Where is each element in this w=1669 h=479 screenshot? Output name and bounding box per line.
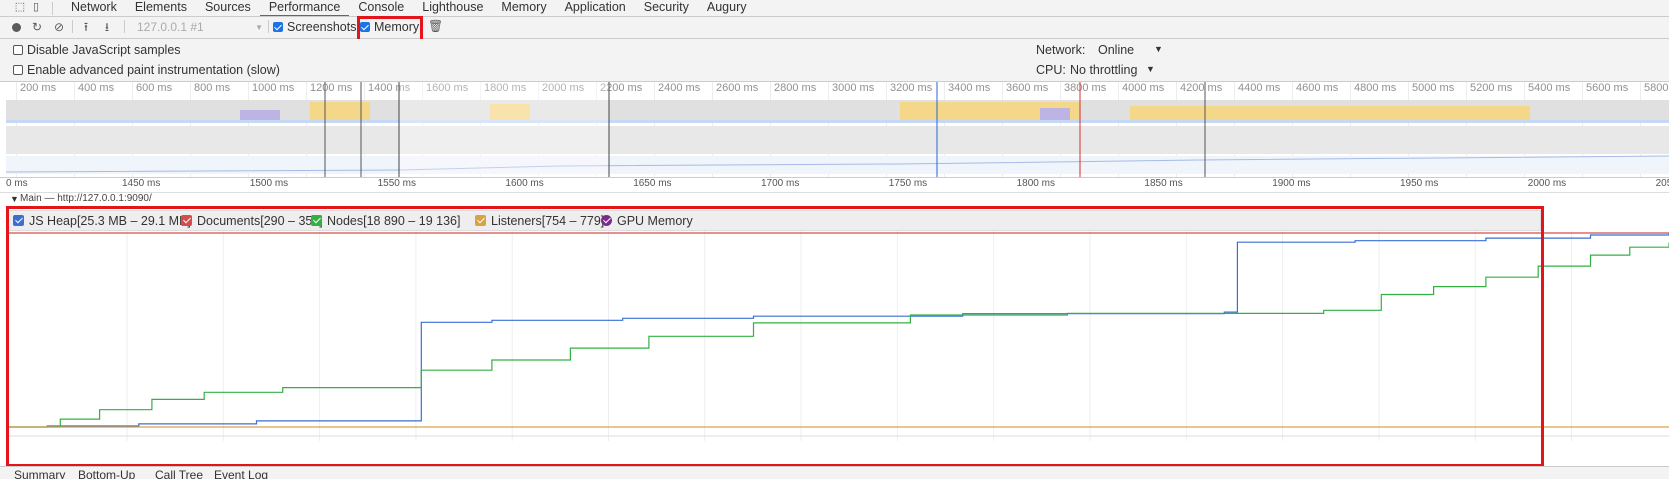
screenshots-checkbox[interactable] — [273, 22, 283, 32]
main-thread-row[interactable]: ▼ Main — http://127.0.0.1:9090/ — [0, 193, 1669, 205]
timeline-overview[interactable]: 200 ms400 ms600 ms800 ms1000 ms1200 ms14… — [0, 82, 1669, 178]
cpu-throttle-select[interactable]: No throttling — [1070, 63, 1145, 77]
ruler-tick-label: 1950 ms — [1400, 178, 1439, 189]
tab-application[interactable]: Application — [556, 0, 635, 16]
tab-augury[interactable]: Augury — [698, 0, 756, 16]
tab-sources[interactable]: Sources — [196, 0, 260, 16]
ruler-tick-label: 0 ms — [6, 178, 28, 189]
chevron-down-icon: ▼ — [255, 23, 263, 32]
disable-js-samples-label: Disable JavaScript samples — [27, 43, 181, 57]
upload-profile-icon[interactable]: ⭱ — [80, 21, 92, 33]
main-thread-label: Main — http://127.0.0.1:9090/ — [20, 193, 152, 204]
advanced-paint-checkbox[interactable] — [13, 65, 23, 75]
chevron-down-icon: ▼ — [1146, 64, 1155, 74]
ruler-tick-label: 205 — [1655, 178, 1669, 189]
memory-graph-highlight-box — [6, 206, 1544, 467]
overview-graphs — [5, 82, 1669, 177]
clear-icon[interactable]: ⊘ — [53, 21, 65, 33]
tab-lighthouse[interactable]: Lighthouse — [413, 0, 492, 16]
ruler-tick-label: 1450 ms — [122, 178, 161, 189]
cpu-throttle-value: No throttling — [1070, 63, 1138, 77]
divider — [72, 20, 73, 33]
ruler-tick-label: 1550 ms — [377, 178, 416, 189]
details-tab-bar: Summary Bottom-Up Call Tree Event Log — [0, 466, 1669, 479]
disable-js-samples-checkbox[interactable] — [13, 45, 23, 55]
target-select-value: 127.0.0.1 #1 — [137, 20, 204, 34]
inspect-element-icon[interactable]: ⬚ — [14, 1, 26, 13]
details-tab-bottom-up[interactable]: Bottom-Up — [78, 468, 135, 479]
ruler-tick-label: 1650 ms — [633, 178, 672, 189]
chevron-down-icon: ▼ — [10, 194, 19, 204]
network-throttle-select[interactable]: Online — [1098, 43, 1158, 57]
ruler-tick-label: 1800 ms — [1016, 178, 1055, 189]
ruler-tick-label: 2000 ms — [1527, 178, 1567, 189]
cpu-label: CPU: — [1036, 63, 1066, 77]
ruler-tick-label: 1700 ms — [761, 178, 800, 189]
tab-console[interactable]: Console — [349, 0, 413, 16]
details-tab-event-log[interactable]: Event Log — [214, 468, 268, 479]
device-toolbar-icon[interactable]: ▯ — [30, 1, 42, 13]
divider — [124, 20, 125, 33]
selection-window — [399, 82, 609, 177]
performance-toolbar: ↻ ⊘ ⭱ ⭳ 127.0.0.1 #1 ▼ Screenshots Memor… — [0, 17, 1669, 39]
details-tab-call-tree[interactable]: Call Tree — [155, 468, 203, 479]
target-select[interactable]: 127.0.0.1 #1 ▼ — [137, 20, 263, 35]
tab-security[interactable]: Security — [635, 0, 698, 16]
unselected-region — [609, 82, 1669, 177]
ruler-tick-label: 1600 ms — [505, 178, 544, 189]
network-throttle-value: Online — [1098, 43, 1135, 57]
capture-settings-pane: Disable JavaScript samples Enable advanc… — [0, 39, 1669, 82]
record-icon[interactable] — [11, 21, 23, 33]
advanced-paint-label: Enable advanced paint instrumentation (s… — [27, 63, 280, 77]
devtools-tab-bar: ⬚ ▯ Network Elements Sources Performance Con… — [0, 0, 1669, 17]
network-label: Network: — [1036, 43, 1086, 57]
tab-performance[interactable]: Performance — [259, 0, 350, 16]
divider — [52, 2, 53, 15]
divider — [268, 20, 269, 33]
tab-elements[interactable]: Elements — [126, 0, 196, 16]
download-profile-icon[interactable]: ⭳ — [101, 21, 113, 33]
tab-memory[interactable]: Memory — [492, 0, 555, 16]
tab-network[interactable]: Network — [62, 0, 126, 16]
panel-tabs: Network Elements Sources Performance Console… — [62, 0, 756, 16]
chevron-down-icon: ▼ — [1154, 44, 1163, 54]
screenshots-label: Screenshots — [287, 20, 357, 34]
unselected-region — [6, 82, 399, 177]
ruler-tick-label: 1850 ms — [1144, 178, 1183, 189]
ruler-tick-label: 1500 ms — [249, 178, 289, 189]
trash-icon[interactable]: 🗑 — [428, 20, 443, 32]
flamechart-ruler: 0 ms 1450 ms 1500 ms 1550 ms 1600 ms 1650 ms 1… — [0, 178, 1669, 193]
details-tab-summary[interactable]: Summary — [14, 468, 65, 479]
ruler-tick-label: 1750 ms — [888, 178, 928, 189]
reload-record-icon[interactable]: ↻ — [31, 21, 43, 33]
ruler-tick-label: 1900 ms — [1272, 178, 1311, 189]
